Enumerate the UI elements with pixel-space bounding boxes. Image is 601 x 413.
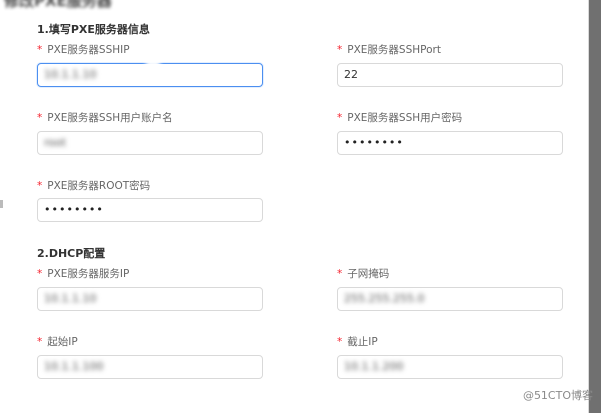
- section-title-dhcp: 2.DHCP配置: [37, 247, 106, 260]
- start-ip-label: * 起始IP: [37, 334, 78, 349]
- required-mark: *: [337, 268, 343, 280]
- required-mark: *: [337, 112, 343, 124]
- ssh-password-input[interactable]: ••••••••: [337, 131, 563, 155]
- redaction-mark: [146, 60, 160, 68]
- ssh-user-input[interactable]: root: [37, 131, 263, 155]
- ssh-password-value: ••••••••: [344, 136, 404, 149]
- dhcp-server-ip-value: 10.1.1.10: [44, 292, 97, 305]
- dhcp-server-ip-label: * PXE服务器服务IP: [37, 266, 129, 281]
- ssh-user-value: root: [44, 136, 67, 149]
- ssh-ip-label: * PXE服务器SSHIP: [37, 42, 130, 57]
- edit-pxe-server-dialog: 修改PXE服务器 1.填写PXE服务器信息 * PXE服务器SSHIP 10.1.…: [0, 0, 589, 413]
- end-ip-label-text: 截止IP: [347, 336, 378, 348]
- root-password-value: ••••••••: [44, 203, 104, 216]
- start-ip-label-text: 起始IP: [47, 336, 78, 348]
- ssh-port-label-text: PXE服务器SSHPort: [347, 44, 441, 56]
- required-mark: *: [37, 268, 43, 280]
- section-title-pxe-info: 1.填写PXE服务器信息: [37, 23, 150, 36]
- required-mark: *: [37, 112, 43, 124]
- required-mark: *: [337, 44, 343, 56]
- ssh-ip-value: 10.1.1.10: [44, 68, 97, 81]
- subnet-mask-label-text: 子网掩码: [347, 268, 390, 280]
- watermark: @51CTO博客: [522, 389, 593, 402]
- root-password-label: * PXE服务器ROOT密码: [37, 178, 150, 193]
- required-mark: *: [37, 44, 43, 56]
- ssh-port-value: 22: [344, 68, 358, 81]
- end-ip-input[interactable]: 10.1.1.200: [337, 355, 563, 379]
- required-mark: *: [337, 336, 343, 348]
- root-password-input[interactable]: ••••••••: [37, 198, 263, 222]
- dialog-title: 修改PXE服务器: [4, 0, 112, 10]
- required-mark: *: [37, 180, 43, 192]
- end-ip-value: 10.1.1.200: [344, 360, 404, 373]
- root-password-label-text: PXE服务器ROOT密码: [47, 180, 151, 192]
- start-ip-input[interactable]: 10.1.1.100: [37, 355, 263, 379]
- required-mark: *: [37, 336, 43, 348]
- ssh-ip-label-text: PXE服务器SSHIP: [47, 44, 130, 56]
- start-ip-value: 10.1.1.100: [44, 360, 104, 373]
- ssh-user-label-text: PXE服务器SSH用户账户名: [47, 112, 173, 124]
- ssh-port-label: * PXE服务器SSHPort: [337, 42, 441, 57]
- ssh-user-label: * PXE服务器SSH用户账户名: [37, 110, 173, 125]
- dhcp-server-ip-input[interactable]: 10.1.1.10: [37, 287, 263, 311]
- subnet-mask-label: * 子网掩码: [337, 266, 389, 281]
- subnet-mask-value: 255.255.255.0: [344, 292, 425, 305]
- end-ip-label: * 截止IP: [337, 334, 378, 349]
- dhcp-server-ip-label-text: PXE服务器服务IP: [47, 268, 130, 280]
- ssh-password-label-text: PXE服务器SSH用户密码: [347, 112, 463, 124]
- ssh-password-label: * PXE服务器SSH用户密码: [337, 110, 462, 125]
- subnet-mask-input[interactable]: 255.255.255.0: [337, 287, 563, 311]
- backdrop-edge-mark: [0, 200, 3, 208]
- ssh-port-input[interactable]: 22: [337, 63, 563, 87]
